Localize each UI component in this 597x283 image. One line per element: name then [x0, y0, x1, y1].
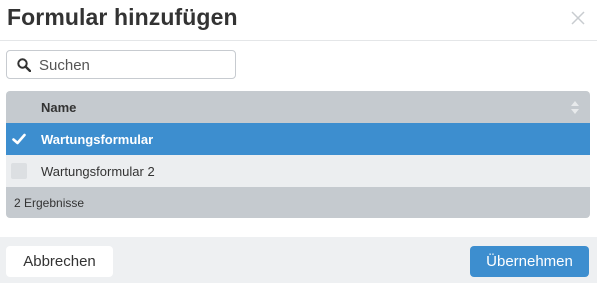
table-row[interactable]: Wartungsformular	[6, 123, 590, 155]
cancel-button[interactable]: Abbrechen	[6, 246, 113, 277]
apply-button[interactable]: Übernehmen	[470, 246, 589, 277]
row-name: Wartungsformular	[41, 132, 154, 147]
close-icon[interactable]	[569, 9, 587, 27]
sort-icon[interactable]	[571, 101, 579, 114]
table-row[interactable]: Wartungsformular 2	[6, 155, 590, 187]
search-box[interactable]	[6, 50, 236, 79]
grid-header: Name	[6, 91, 590, 123]
add-form-dialog: Formular hinzufügen Name Wartungsformula…	[0, 0, 597, 283]
search-icon	[17, 58, 31, 72]
dialog-title: Formular hinzufügen	[7, 4, 238, 30]
column-header-name[interactable]: Name	[41, 100, 76, 115]
dialog-header: Formular hinzufügen	[0, 0, 597, 41]
dialog-footer: Abbrechen Übernehmen	[0, 237, 597, 283]
grid-footer: 2 Ergebnisse	[6, 187, 590, 218]
checkmark-icon[interactable]	[12, 132, 26, 146]
form-grid: Name Wartungsformular Wartungsformular 2…	[6, 91, 590, 218]
row-name: Wartungsformular 2	[41, 164, 155, 179]
result-count: 2 Ergebnisse	[14, 196, 85, 210]
row-checkbox[interactable]	[11, 163, 27, 179]
search-input[interactable]	[39, 55, 229, 75]
